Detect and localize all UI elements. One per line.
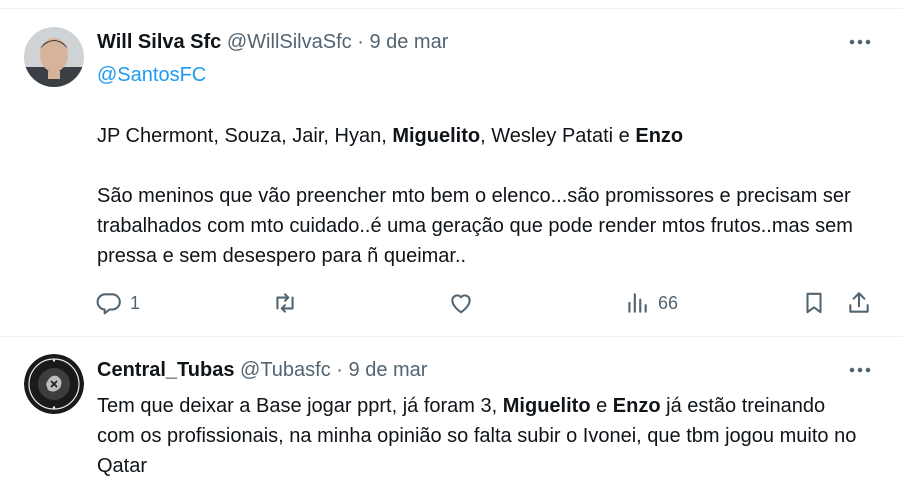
more-button[interactable] xyxy=(846,358,874,382)
tweet[interactable]: Central_Tubas @Tubasfc · 9 de mar Tem qu… xyxy=(0,337,902,488)
tweet-text-paragraph: São meninos que vão preencher mto bem o … xyxy=(97,185,853,267)
text-segment: JP Chermont, Souza, Jair, Hyan, xyxy=(97,125,393,147)
tweet-header: Will Silva Sfc @WillSilvaSfc · 9 de mar xyxy=(97,30,448,54)
tweet-actions: 1 66 xyxy=(0,287,902,319)
avatar-image xyxy=(24,27,84,87)
share-button[interactable] xyxy=(846,287,872,319)
tweet-text: Tem que deixar a Base jogar pprt, já for… xyxy=(97,391,857,481)
avatar[interactable] xyxy=(24,354,84,414)
retweet-button[interactable] xyxy=(272,287,298,319)
bookmark-icon xyxy=(806,292,822,314)
author-handle[interactable]: @WillSilvaSfc xyxy=(227,31,352,53)
more-button[interactable] xyxy=(846,30,874,54)
text-bold-segment: Miguelito xyxy=(502,395,591,417)
reply-count: 1 xyxy=(130,292,141,313)
text-segment: , Wesley Patati e xyxy=(480,125,636,147)
separator-dot: · xyxy=(336,359,343,381)
bookmark-button[interactable] xyxy=(801,287,827,319)
like-icon xyxy=(451,294,471,314)
views-button[interactable]: 66 xyxy=(624,287,678,319)
author-name[interactable]: Central_Tubas xyxy=(97,359,234,381)
more-icon xyxy=(849,39,871,45)
replying-to-link[interactable]: @SantosFC xyxy=(97,63,206,87)
tweet-date[interactable]: 9 de mar xyxy=(349,359,428,381)
text-bold-segment: Enzo xyxy=(635,125,684,147)
central-tubas-logo xyxy=(24,354,84,414)
retweet-icon xyxy=(276,293,294,313)
separator-dot: · xyxy=(357,31,364,53)
top-divider xyxy=(0,0,902,9)
more-icon xyxy=(849,367,871,373)
tweet[interactable]: Will Silva Sfc @WillSilvaSfc · 9 de mar … xyxy=(0,9,902,337)
text-bold-segment: Enzo xyxy=(612,395,661,417)
author-handle[interactable]: @Tubasfc xyxy=(240,359,331,381)
author-name[interactable]: Will Silva Sfc xyxy=(97,31,221,53)
text-bold-segment: Miguelito xyxy=(392,125,481,147)
reply-button[interactable]: 1 xyxy=(96,287,140,319)
views-icon xyxy=(628,293,647,313)
views-count: 66 xyxy=(658,292,679,313)
share-icon xyxy=(849,292,869,313)
tweet-date[interactable]: 9 de mar xyxy=(369,31,448,53)
reply-icon xyxy=(96,293,121,315)
tweet-text-line1: JP Chermont, Souza, Jair, Hyan, Miguelit… xyxy=(97,121,683,151)
avatar[interactable] xyxy=(24,27,84,87)
text-segment: e xyxy=(590,395,613,417)
like-button[interactable] xyxy=(448,287,474,319)
text-segment: Tem que deixar a Base jogar pprt, já for… xyxy=(97,395,503,417)
tweet-header: Central_Tubas @Tubasfc · 9 de mar xyxy=(97,358,427,382)
